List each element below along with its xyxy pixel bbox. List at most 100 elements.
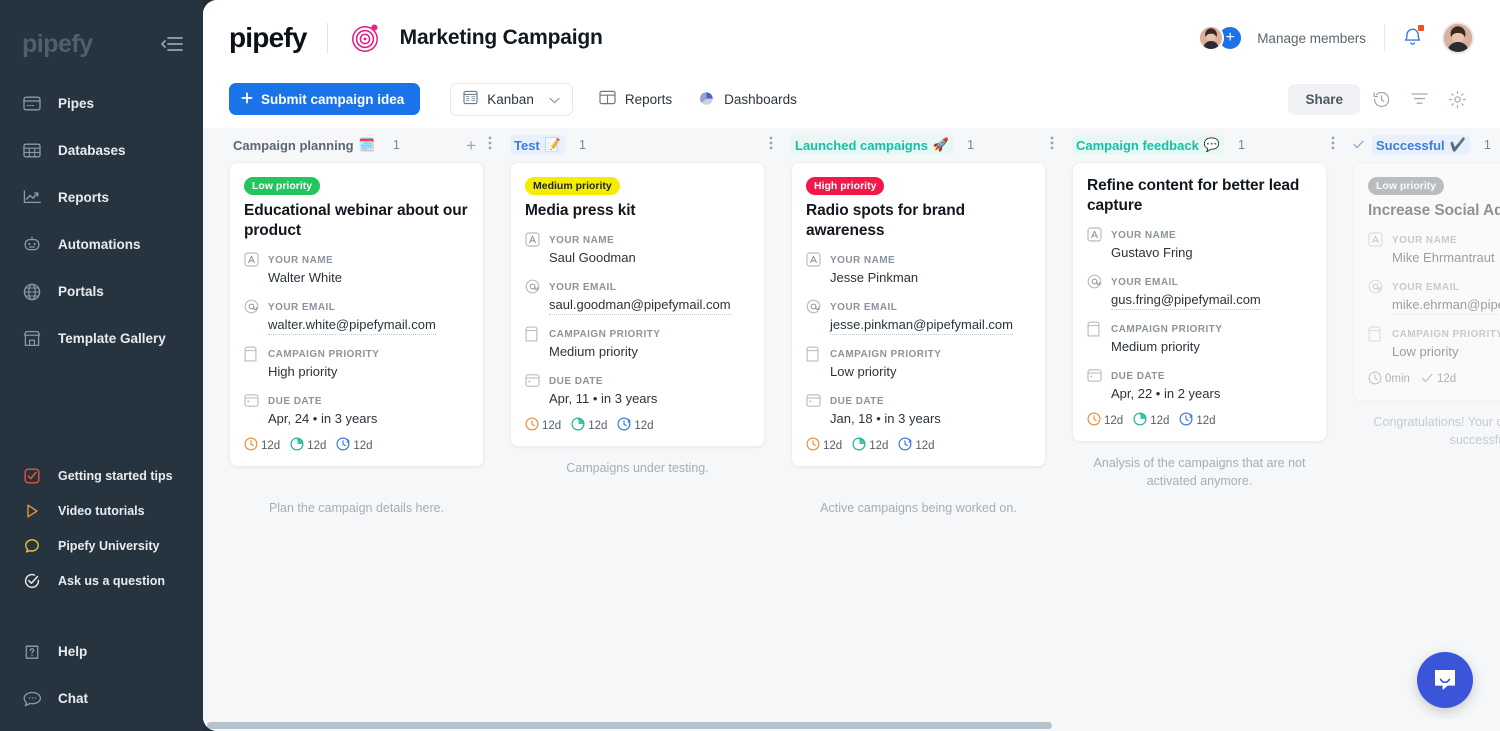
user-avatar[interactable] <box>1442 22 1474 54</box>
sidebar-item-pipefy-university[interactable]: Pipefy University <box>0 528 203 563</box>
card-field-value: Medium priority <box>549 344 638 359</box>
column-header: Test📝1 <box>510 128 791 162</box>
kanban-card[interactable]: Medium priorityMedia press kitYOUR NAMES… <box>510 162 765 447</box>
card-timer: 12d <box>806 437 842 454</box>
tab-reports[interactable]: Reports <box>599 90 672 108</box>
target-icon <box>348 20 384 56</box>
board-column: Test📝1Medium priorityMedia press kitYOUR… <box>510 128 791 731</box>
priority-badge: Medium priority <box>525 177 620 195</box>
filter-icon[interactable] <box>1402 83 1436 115</box>
kanban-card[interactable]: High priorityRadio spots for brand aware… <box>791 162 1046 467</box>
sidebar-item-automations[interactable]: Automations <box>0 221 203 268</box>
column-menu-button[interactable] <box>1046 135 1058 156</box>
calendar-icon <box>525 371 540 409</box>
card-field-body: DUE DATEApr, 11 • in 3 years <box>549 371 657 409</box>
clock-blue-icon <box>336 437 350 454</box>
sidebar-item-help[interactable]: Help <box>0 628 203 675</box>
clock-orange-icon <box>244 437 258 454</box>
card-timer-value: 12d <box>1437 373 1456 385</box>
sidebar-item-label: Ask us a question <box>58 574 165 588</box>
sidebar-item-label: Automations <box>58 237 141 252</box>
column-emoji: 🚀 <box>933 137 949 153</box>
automations-icon <box>22 235 42 255</box>
board-column: Successful✔️1Low priorityIncrease Social… <box>1353 128 1500 731</box>
card-field-label: YOUR NAME <box>1392 235 1457 246</box>
card-timer-value: 12d <box>588 420 607 432</box>
column-menu-button[interactable] <box>1327 135 1339 156</box>
add-card-button[interactable]: + <box>462 137 480 154</box>
column-title[interactable]: Launched campaigns🚀 <box>791 135 953 155</box>
kanban-card[interactable]: Low priorityEducational webinar about ou… <box>229 162 484 467</box>
avatar[interactable] <box>1198 25 1224 51</box>
column-menu-button[interactable] <box>484 135 496 156</box>
submit-campaign-idea-button[interactable]: Submit campaign idea <box>229 83 420 115</box>
column-title[interactable]: Test📝 <box>510 135 565 155</box>
sidebar-item-databases[interactable]: Databases <box>0 127 203 174</box>
sidebar-logo: pipefy <box>22 30 93 59</box>
card-field-label: YOUR NAME <box>549 235 614 246</box>
kanban-card[interactable]: Refine content for better lead captureYO… <box>1072 162 1327 442</box>
column-title[interactable]: Campaign feedback💬 <box>1072 135 1224 155</box>
history-icon[interactable] <box>1364 83 1398 115</box>
card-timers: 12d12d12d <box>806 437 1031 454</box>
manage-members-link[interactable]: Manage members <box>1257 31 1366 46</box>
email-icon <box>244 297 259 336</box>
calendar-icon <box>244 391 259 429</box>
share-button[interactable]: Share <box>1288 84 1360 115</box>
sidebar-item-label: Pipefy University <box>58 539 159 553</box>
sidebar-item-pipes[interactable]: Pipes <box>0 80 203 127</box>
sidebar-collapse-icon[interactable] <box>161 36 183 52</box>
clock-blue-icon <box>617 417 631 434</box>
header-right: + Manage members <box>1198 22 1474 54</box>
kanban-card[interactable]: Low priorityIncrease Social AdsYOUR NAME… <box>1353 162 1500 401</box>
scrollbar-thumb[interactable] <box>207 722 1052 729</box>
card-field-body: CAMPAIGN PRIORITYHigh priority <box>268 344 379 382</box>
card-field-label: YOUR NAME <box>268 255 333 266</box>
clock-blue-icon <box>898 437 912 454</box>
card-field: CAMPAIGN PRIORITYHigh priority <box>244 344 469 382</box>
card-field-body: YOUR NAMEWalter White <box>268 250 342 288</box>
text-field-icon <box>244 250 259 288</box>
priority-badge: High priority <box>806 177 884 195</box>
pipefy-logo[interactable]: pipefy <box>229 22 307 54</box>
bell-icon[interactable] <box>1403 26 1422 51</box>
card-timer: 12d <box>898 437 934 454</box>
sidebar-item-template-gallery[interactable]: Template Gallery <box>0 315 203 362</box>
sidebar-item-label: Reports <box>58 190 109 205</box>
check-circle-icon <box>22 571 42 591</box>
card-field-label: CAMPAIGN PRIORITY <box>1111 324 1222 335</box>
sidebar-header: pipefy <box>0 16 203 64</box>
sidebar-item-label: Getting started tips <box>58 469 173 483</box>
column-menu-button[interactable] <box>765 135 777 156</box>
chat-widget-button[interactable] <box>1417 652 1473 708</box>
priority-badge: Low priority <box>1368 177 1444 195</box>
sidebar-item-reports[interactable]: Reports <box>0 174 203 221</box>
clock-orange-icon <box>1087 412 1101 429</box>
view-selector[interactable]: Kanban <box>450 83 573 116</box>
sidebar-item-video-tutorials[interactable]: Video tutorials <box>0 493 203 528</box>
horizontal-scrollbar[interactable] <box>203 719 1500 731</box>
sidebar-item-chat[interactable]: Chat <box>0 675 203 722</box>
column-title[interactable]: Successful✔️ <box>1372 135 1470 155</box>
gear-icon[interactable] <box>1440 83 1474 115</box>
card-field: YOUR EMAILmike.ehrman@pipefymail.com <box>1368 277 1500 316</box>
sidebar-item-portals[interactable]: Portals <box>0 268 203 315</box>
template-gallery-icon <box>22 329 42 349</box>
column-title[interactable]: Campaign planning🗓️ <box>229 135 379 155</box>
header-divider <box>327 23 328 53</box>
sidebar-item-ask-us-a-question[interactable]: Ask us a question <box>0 563 203 598</box>
sidebar-item-label: Pipes <box>58 96 94 111</box>
chat-bubble-icon <box>22 536 42 556</box>
card-field-value: Jan, 18 • in 3 years <box>830 411 941 426</box>
sidebar-item-getting-started-tips[interactable]: Getting started tips <box>0 458 203 493</box>
tab-dashboards[interactable]: Dashboards <box>698 90 797 109</box>
tag-icon <box>244 344 259 382</box>
kanban-board[interactable]: Campaign planning🗓️1+Low priorityEducati… <box>203 128 1500 731</box>
card-field: DUE DATEApr, 24 • in 3 years <box>244 391 469 429</box>
card-field-body: DUE DATEJan, 18 • in 3 years <box>830 391 941 429</box>
reports-label: Reports <box>625 92 672 107</box>
card-field-body: CAMPAIGN PRIORITYMedium priority <box>1111 319 1222 357</box>
column-title-text: Test <box>514 138 540 153</box>
card-field-body: YOUR EMAILwalter.white@pipefymail.com <box>268 297 436 336</box>
play-icon <box>22 501 42 521</box>
